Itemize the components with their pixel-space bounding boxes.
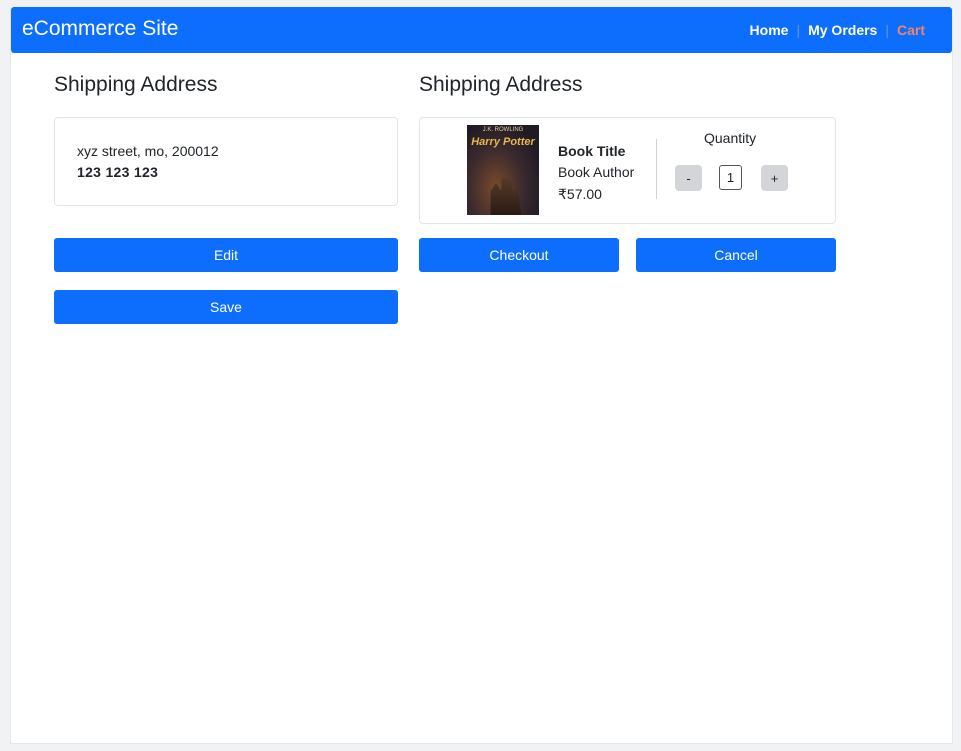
book-cover-image: J.K. ROWLING Harry Potter — [467, 125, 539, 215]
brand-logo[interactable]: eCommerce Site — [22, 17, 178, 41]
address-card: xyz street, mo, 200012 123 123 123 — [54, 117, 398, 206]
cover-title-text: Harry Potter — [471, 136, 535, 148]
phone-text: 123 123 123 — [77, 164, 159, 180]
nav-home[interactable]: Home — [750, 22, 789, 38]
address-text: xyz street, mo, 200012 — [77, 143, 219, 159]
nav-my-orders[interactable]: My Orders — [808, 22, 877, 38]
cancel-button[interactable]: Cancel — [636, 238, 836, 272]
book-price: ₹57.00 — [558, 186, 602, 202]
edit-button[interactable]: Edit — [54, 238, 398, 272]
nav-cart[interactable]: Cart — [897, 22, 925, 38]
quantity-input[interactable]: 1 — [719, 165, 742, 190]
shipping-address-title: Shipping Address — [54, 73, 218, 96]
save-button[interactable]: Save — [54, 290, 398, 324]
vertical-divider — [656, 139, 657, 199]
book-author: Book Author — [558, 164, 635, 180]
increment-button[interactable]: + — [761, 165, 788, 191]
nav-links: Home | My Orders | Cart — [750, 22, 925, 38]
cover-author-text: J.K. ROWLING — [482, 127, 524, 133]
cart-section-title: Shipping Address — [419, 73, 583, 96]
decrement-button[interactable]: - — [675, 165, 702, 191]
checkout-button[interactable]: Checkout — [419, 238, 619, 272]
page-frame: eCommerce Site Home | My Orders | Cart S… — [10, 7, 953, 744]
nav-separator: | — [885, 22, 889, 38]
castle-illustration — [490, 175, 522, 215]
book-title: Book Title — [558, 143, 626, 159]
quantity-label: Quantity — [704, 130, 757, 146]
cart-item-card: J.K. ROWLING Harry Potter Book Title Boo… — [419, 117, 836, 224]
nav-separator: | — [796, 22, 801, 38]
navbar: eCommerce Site Home | My Orders | Cart — [11, 7, 952, 53]
